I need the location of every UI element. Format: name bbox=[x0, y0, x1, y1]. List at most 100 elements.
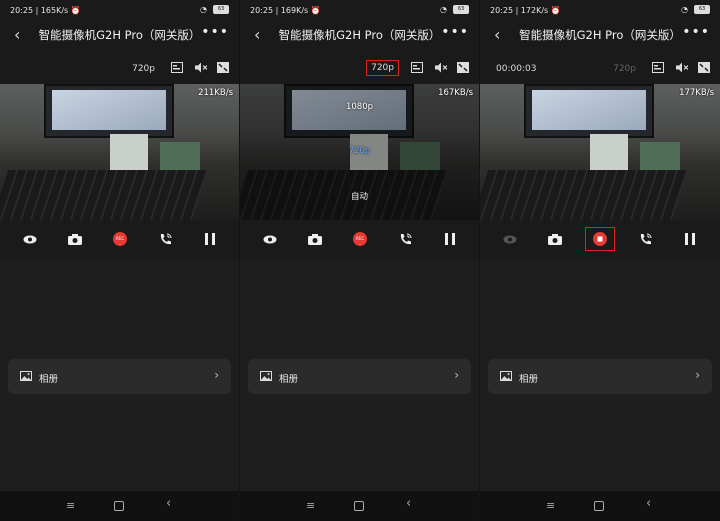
video-keyboard bbox=[0, 170, 209, 220]
record-label: REC bbox=[353, 232, 367, 246]
home-nav-icon[interactable] bbox=[594, 501, 604, 511]
subtitles-icon[interactable] bbox=[652, 62, 664, 73]
record-label: REC bbox=[113, 232, 127, 246]
wifi-icon: ◔ bbox=[200, 5, 207, 14]
home-nav-icon[interactable] bbox=[354, 501, 364, 511]
screen-panel-1: 20:25 | 165K/s ⏰ ◔ 63 ‹ 智能摄像机G2H Pro（网关版… bbox=[0, 0, 239, 521]
album-label: 相册 bbox=[279, 374, 299, 385]
album-entry[interactable]: 相册 › bbox=[248, 359, 471, 394]
speaker-muted-icon[interactable] bbox=[435, 62, 447, 73]
resolution-option-auto[interactable]: 自动 bbox=[240, 190, 479, 202]
phone-call-icon[interactable] bbox=[156, 230, 174, 248]
image-icon bbox=[500, 371, 512, 381]
status-text: 20:25 | 172K/s ⏰ bbox=[490, 6, 561, 15]
resolution-button[interactable]: 720p bbox=[366, 60, 399, 76]
phone-call-icon[interactable] bbox=[396, 230, 414, 248]
video-toolbar: 00:00:03 720p bbox=[480, 56, 720, 80]
more-dots-icon[interactable]: ••• bbox=[682, 24, 710, 40]
status-bar: 20:25 | 165K/s ⏰ ◔ 63 bbox=[0, 0, 239, 22]
resolution-button[interactable]: 720p bbox=[613, 64, 636, 74]
video-toolbar: 720p bbox=[0, 56, 239, 80]
album-entry[interactable]: 相册 › bbox=[488, 359, 712, 394]
pause-icon[interactable] bbox=[681, 230, 699, 248]
eye-icon[interactable] bbox=[21, 230, 39, 248]
resolution-menu: 1080p 720p 自动 bbox=[240, 84, 479, 220]
chevron-right-icon: › bbox=[695, 368, 700, 382]
camera-icon[interactable] bbox=[66, 230, 84, 248]
video-monitor bbox=[44, 84, 174, 138]
chevron-right-icon: › bbox=[214, 368, 219, 382]
album-label: 相册 bbox=[519, 374, 539, 385]
wifi-icon: ◔ bbox=[440, 5, 447, 14]
status-bar: 20:25 | 172K/s ⏰ ◔ 63 bbox=[480, 0, 720, 22]
control-bar: REC bbox=[0, 228, 239, 250]
eye-icon[interactable] bbox=[261, 230, 279, 248]
resolution-button[interactable]: 720p bbox=[132, 64, 155, 74]
status-icons: ◔ 63 bbox=[681, 5, 710, 14]
camera-video-feed[interactable]: 211KB/s bbox=[0, 84, 239, 220]
status-icons: ◔ 63 bbox=[200, 5, 229, 14]
phone-call-icon[interactable] bbox=[636, 230, 654, 248]
title-bar: ‹ 智能摄像机G2H Pro（网关版） ••• bbox=[0, 22, 239, 48]
more-dots-icon[interactable]: ••• bbox=[441, 24, 469, 40]
wifi-icon: ◔ bbox=[681, 5, 688, 14]
menu-nav-icon[interactable]: ≡ bbox=[66, 499, 75, 512]
screen-panel-3: 20:25 | 172K/s ⏰ ◔ 63 ‹ 智能摄像机G2H Pro（网关版… bbox=[480, 0, 720, 521]
status-bar: 20:25 | 169K/s ⏰ ◔ 63 bbox=[240, 0, 479, 22]
eye-icon bbox=[501, 230, 519, 248]
battery-icon: 63 bbox=[213, 5, 229, 14]
system-nav-bar: ≡ ‹ bbox=[240, 491, 479, 521]
resolution-option-720p[interactable]: 720p bbox=[240, 146, 479, 156]
video-object bbox=[160, 142, 200, 172]
subtitles-icon[interactable] bbox=[411, 62, 423, 73]
record-button[interactable]: REC bbox=[351, 230, 369, 248]
more-dots-icon[interactable]: ••• bbox=[201, 24, 229, 40]
fullscreen-icon[interactable] bbox=[698, 62, 710, 73]
camera-icon[interactable] bbox=[546, 230, 564, 248]
title-bar: ‹ 智能摄像机G2H Pro（网关版） ••• bbox=[240, 22, 479, 48]
record-button[interactable]: REC bbox=[111, 230, 129, 248]
subtitles-icon[interactable] bbox=[171, 62, 183, 73]
video-object bbox=[640, 142, 680, 172]
system-nav-bar: ≡ ‹ bbox=[0, 491, 239, 521]
battery-icon: 63 bbox=[453, 5, 469, 14]
video-monitor bbox=[524, 84, 654, 138]
bitrate-label: 167KB/s bbox=[438, 88, 473, 98]
fullscreen-icon[interactable] bbox=[457, 62, 469, 73]
status-text: 20:25 | 169K/s ⏰ bbox=[250, 6, 321, 15]
speaker-muted-icon[interactable] bbox=[195, 62, 207, 73]
system-nav-bar: ≡ ‹ bbox=[480, 491, 720, 521]
back-nav-icon[interactable]: ‹ bbox=[406, 496, 411, 511]
menu-nav-icon[interactable]: ≡ bbox=[306, 499, 315, 512]
pause-icon[interactable] bbox=[441, 230, 459, 248]
album-entry[interactable]: 相册 › bbox=[8, 359, 231, 394]
status-text: 20:25 | 165K/s ⏰ bbox=[10, 6, 81, 15]
battery-icon: 63 bbox=[694, 5, 710, 14]
stop-highlight-box bbox=[585, 227, 615, 251]
album-label: 相册 bbox=[39, 374, 59, 385]
pause-icon[interactable] bbox=[201, 230, 219, 248]
camera-video-feed[interactable]: 177KB/s bbox=[480, 84, 720, 220]
control-bar: REC bbox=[240, 228, 479, 250]
bitrate-label: 211KB/s bbox=[198, 88, 233, 98]
bitrate-label: 177KB/s bbox=[679, 88, 714, 98]
camera-video-feed[interactable]: 1080p 720p 自动 167KB/s bbox=[240, 84, 479, 220]
back-nav-icon[interactable]: ‹ bbox=[646, 496, 651, 511]
video-object bbox=[110, 134, 148, 174]
speaker-muted-icon[interactable] bbox=[676, 62, 688, 73]
back-nav-icon[interactable]: ‹ bbox=[166, 496, 171, 511]
video-keyboard bbox=[480, 170, 689, 220]
resolution-option-1080p[interactable]: 1080p bbox=[240, 102, 479, 112]
video-object bbox=[590, 134, 628, 174]
fullscreen-icon[interactable] bbox=[217, 62, 229, 73]
status-icons: ◔ 63 bbox=[440, 5, 469, 14]
recording-timer: 00:00:03 bbox=[496, 64, 537, 74]
menu-nav-icon[interactable]: ≡ bbox=[546, 499, 555, 512]
screen-panel-2: 20:25 | 169K/s ⏰ ◔ 63 ‹ 智能摄像机G2H Pro（网关版… bbox=[240, 0, 479, 521]
chevron-right-icon: › bbox=[454, 368, 459, 382]
title-bar: ‹ 智能摄像机G2H Pro（网关版） ••• bbox=[480, 22, 720, 48]
camera-icon[interactable] bbox=[306, 230, 324, 248]
image-icon bbox=[260, 371, 272, 381]
image-icon bbox=[20, 371, 32, 381]
home-nav-icon[interactable] bbox=[114, 501, 124, 511]
